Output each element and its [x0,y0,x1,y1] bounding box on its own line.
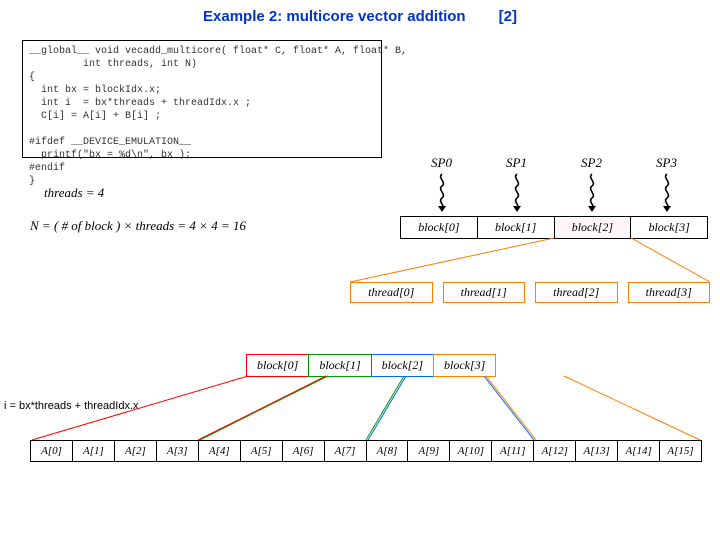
array-cell: A[2] [115,441,157,461]
block-cell: block[1] [478,217,555,238]
array-cell: A[13] [576,441,618,461]
equation-threads: threads = 4 [44,185,104,201]
squiggle-arrow-icon [583,172,601,214]
array-cell: A[7] [325,441,367,461]
squiggle-row [404,172,704,214]
thread-cell: thread[1] [443,282,526,303]
array-cell: A[6] [283,441,325,461]
block-cell: block[2] [555,217,632,238]
sp-label: SP1 [479,155,554,171]
block2-cell: block[2] [371,354,434,377]
squiggle-arrow-icon [433,172,451,214]
squiggle-arrow-icon [658,172,676,214]
equation-n: N = ( # of block ) × threads = 4 × 4 = 1… [30,218,246,234]
array-cell: A[9] [408,441,450,461]
block-cell: block[3] [631,217,707,238]
array-cell: A[8] [367,441,409,461]
array-cell: A[5] [241,441,283,461]
array-cell: A[12] [534,441,576,461]
thread-row: thread[0] thread[1] thread[2] thread[3] [350,282,710,303]
array-cell: A[1] [73,441,115,461]
thread-cell: thread[3] [628,282,711,303]
page-title: Example 2: multicore vector addition [203,8,466,25]
thread-cell: thread[0] [350,282,433,303]
thread-cell: thread[2] [535,282,618,303]
block2-cell: block[0] [246,354,309,377]
array-cell: A[15] [660,441,701,461]
array-cell: A[14] [618,441,660,461]
array-cell: A[0] [31,441,73,461]
block-cell: block[0] [401,217,478,238]
block2-cell: block[1] [308,354,371,377]
title-reference: [2] [499,8,517,25]
array-cell: A[3] [157,441,199,461]
array-cell: A[10] [450,441,492,461]
sp-label: SP2 [554,155,629,171]
sp-labels-row: SP0 SP1 SP2 SP3 [404,155,704,171]
squiggle-arrow-icon [508,172,526,214]
equation-index: i = bx*threads + threadIdx.x [4,400,139,412]
sp-label: SP3 [629,155,704,171]
array-cell: A[11] [492,441,534,461]
array-cell: A[4] [199,441,241,461]
block-row-upper: block[0] block[1] block[2] block[3] [400,216,708,239]
code-listing: __global__ void vecadd_multicore( float*… [22,40,382,158]
sp-label: SP0 [404,155,479,171]
block2-cell: block[3] [433,354,496,377]
array-row: A[0] A[1] A[2] A[3] A[4] A[5] A[6] A[7] … [30,440,702,462]
block-row-lower: block[0] block[1] block[2] block[3] [246,354,495,377]
